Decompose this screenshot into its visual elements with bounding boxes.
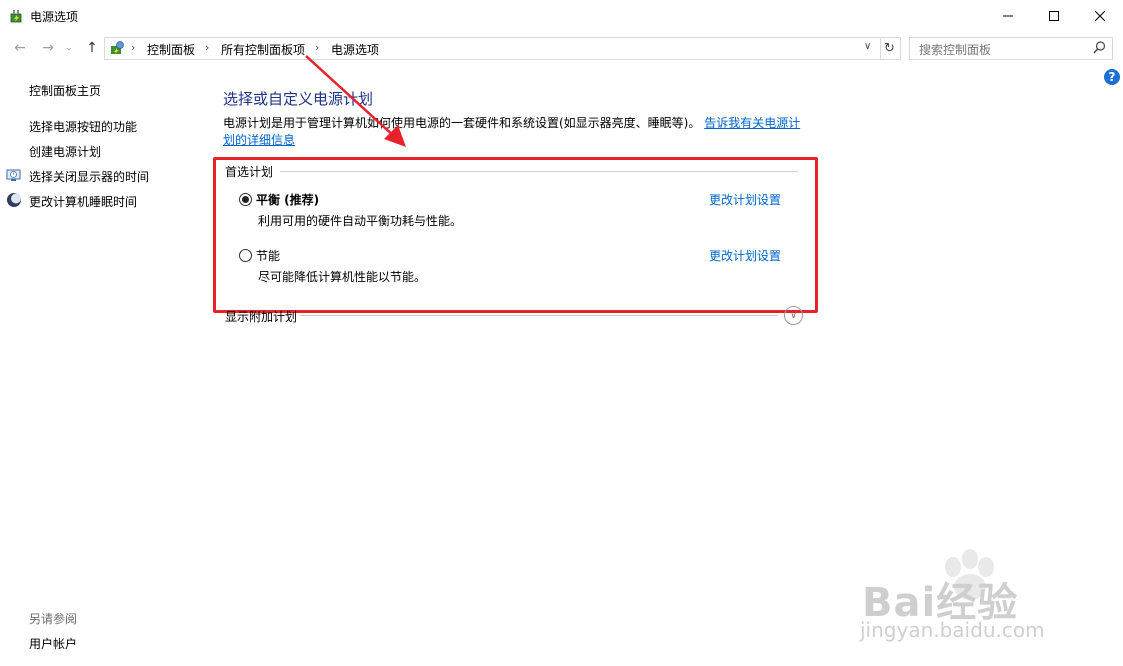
breadcrumb-separator: ›	[131, 41, 136, 54]
control-panel-home-link[interactable]: 控制面板主页	[29, 82, 101, 99]
sleep-moon-icon	[7, 193, 21, 207]
arrow-right-icon: →	[42, 40, 54, 56]
user-accounts-link[interactable]: 用户帐户	[29, 635, 77, 652]
control-panel-icon	[111, 41, 124, 54]
chevron-down-icon: ⌄	[65, 43, 73, 53]
annotation-arrow-icon	[305, 55, 406, 147]
breadcrumb-control-panel[interactable]: 控制面板	[147, 41, 195, 58]
maximize-icon	[1049, 11, 1059, 21]
window-title: 电源选项	[30, 10, 79, 24]
help-icon[interactable]: ?	[1104, 69, 1120, 85]
refresh-button[interactable]: ↻	[879, 37, 901, 60]
change-sleep-time-link[interactable]: 更改计算机睡眠时间	[29, 193, 137, 210]
power-options-icon	[10, 10, 22, 23]
display-timer-icon	[6, 169, 21, 181]
refresh-icon: ↻	[884, 41, 895, 56]
search-placeholder: 搜索控制面板	[919, 43, 992, 57]
search-input[interactable]: 搜索控制面板	[909, 37, 1113, 60]
back-button[interactable]: ←	[10, 38, 30, 58]
description-text: 电源计划是用于管理计算机如何使用电源的一套硬件和系统设置(如显示器亮度、睡眠等)…	[223, 116, 701, 130]
chevron-down-icon: ∨	[790, 310, 797, 321]
recent-locations-button[interactable]: ⌄	[62, 38, 76, 58]
address-bar[interactable]: › 控制面板 › 所有控制面板项 › 电源选项 ∨	[104, 37, 881, 60]
address-dropdown-icon[interactable]: ∨	[864, 41, 871, 52]
close-icon	[1095, 11, 1105, 21]
minimize-button[interactable]	[985, 0, 1031, 32]
see-also-heading: 另请参阅	[29, 612, 78, 626]
watermark-url: jingyan.baidu.com	[860, 618, 1045, 642]
create-power-plan-link[interactable]: 创建电源计划	[29, 143, 101, 160]
turn-off-display-link[interactable]: 选择关闭显示器的时间	[29, 168, 149, 185]
section-divider	[300, 315, 778, 316]
close-button[interactable]	[1077, 0, 1123, 32]
title-bar: 电源选项	[0, 0, 1123, 32]
highlight-annotation-box	[213, 157, 818, 313]
arrow-up-icon: ↑	[86, 40, 98, 56]
expand-additional-plans-button[interactable]: ∨	[784, 306, 803, 325]
choose-power-buttons-link[interactable]: 选择电源按钮的功能	[29, 118, 137, 135]
up-button[interactable]: ↑	[82, 38, 102, 58]
forward-button[interactable]: →	[38, 38, 58, 58]
minimize-icon	[1003, 15, 1013, 17]
breadcrumb-all-items[interactable]: 所有控制面板项	[221, 41, 305, 58]
breadcrumb-separator: ›	[205, 41, 210, 54]
show-additional-plans-label[interactable]: 显示附加计划	[225, 308, 297, 325]
maximize-button[interactable]	[1031, 0, 1077, 32]
search-icon	[1093, 41, 1106, 54]
arrow-left-icon: ←	[14, 40, 26, 56]
